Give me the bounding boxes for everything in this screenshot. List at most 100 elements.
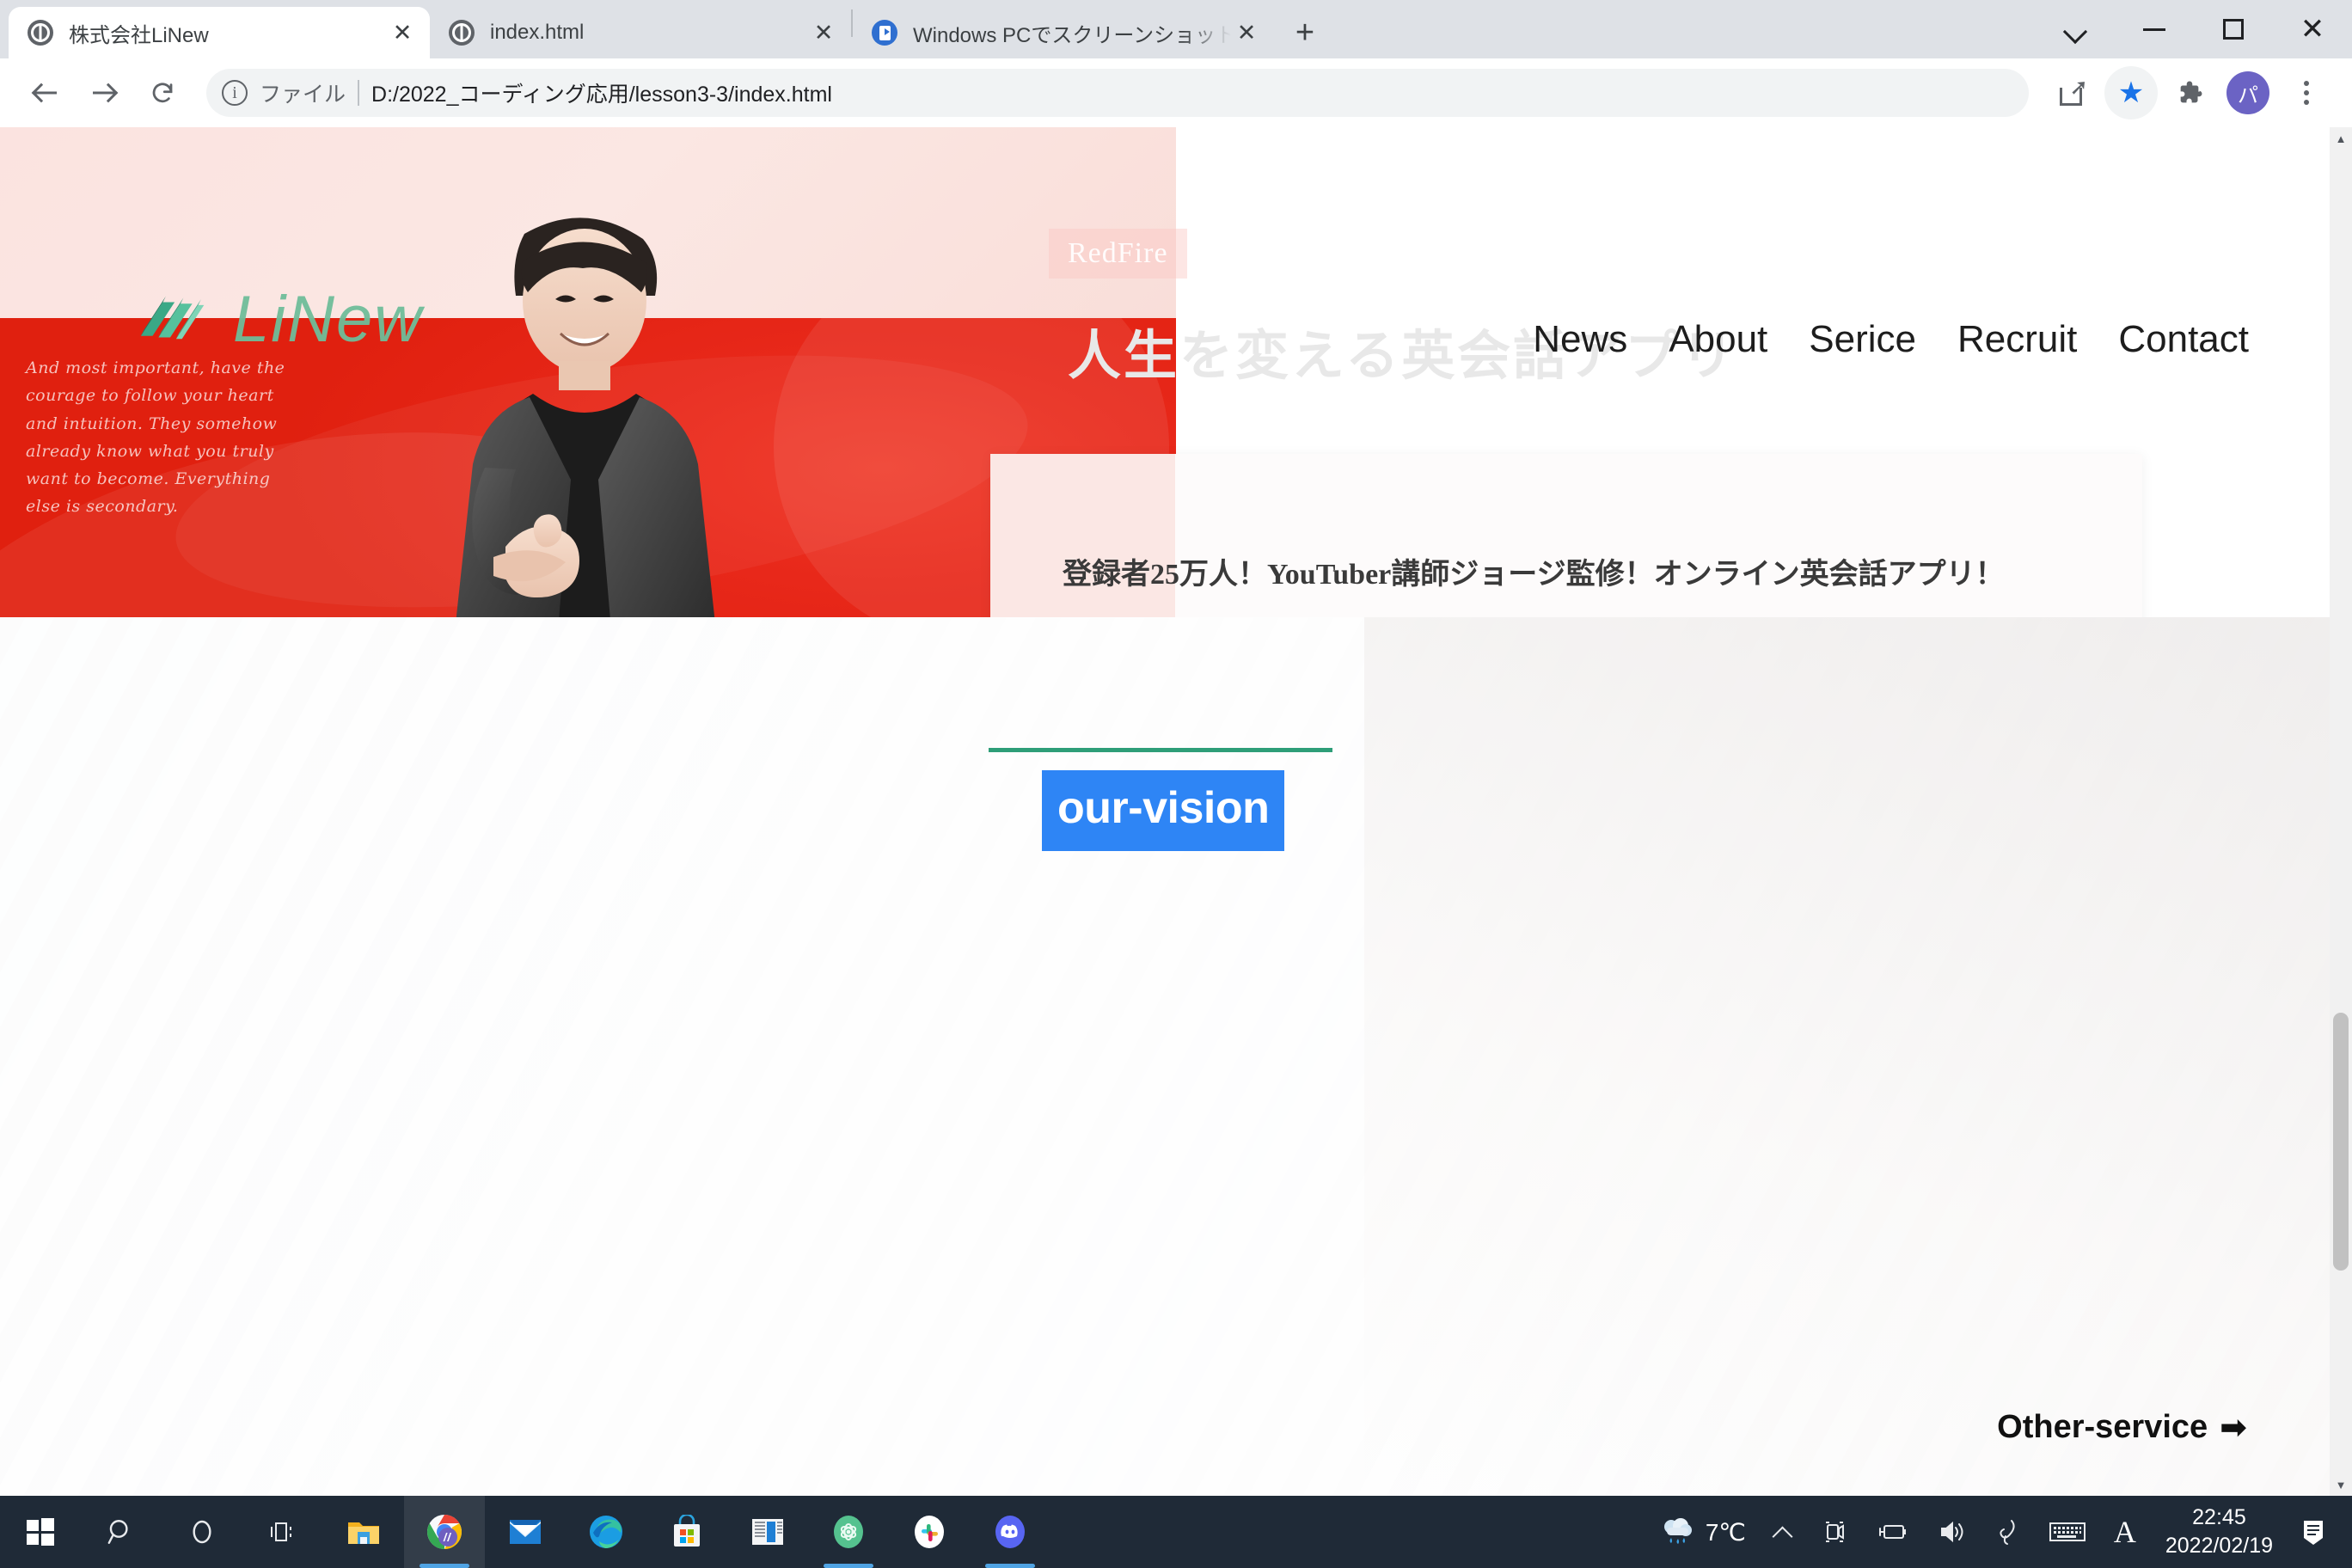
volume-icon[interactable] (1923, 1496, 1981, 1568)
news-icon (752, 1519, 783, 1545)
site-logo[interactable]: LiNew (133, 282, 423, 357)
task-view-button[interactable] (242, 1496, 323, 1568)
tab-title: 株式会社LiNew (69, 23, 209, 47)
taskbar-app-microsoft-edge[interactable] (566, 1496, 646, 1568)
main-nav: News About Serice Recruit Contact (1533, 318, 2249, 361)
battery-charging-icon (1878, 1525, 1906, 1539)
browser-menu-button[interactable] (2280, 66, 2333, 119)
nav-item-contact[interactable]: Contact (2118, 318, 2249, 361)
keyboard-icon[interactable] (2035, 1496, 2100, 1568)
close-window-button[interactable]: ✕ (2273, 0, 2352, 58)
weather-temperature: 7℃ (1705, 1518, 1746, 1546)
address-bar[interactable]: i ファイル D:/2022_コーディング応用/lesson3-3/index.… (206, 69, 2029, 117)
back-button[interactable] (19, 66, 72, 119)
scroll-up-icon[interactable]: ▲ (2330, 127, 2352, 150)
page-scrollbar[interactable]: ▲ ▼ (2330, 127, 2352, 1496)
scroll-down-icon[interactable]: ▼ (2330, 1473, 2352, 1496)
atom-editor-icon (834, 1516, 863, 1548)
our-vision-label-selected: our-vision (1042, 770, 1285, 851)
forward-button[interactable] (77, 66, 131, 119)
clock-time: 22:45 (2192, 1505, 2246, 1529)
hero-section: And most important, have the courage to … (0, 127, 2352, 699)
nav-item-news[interactable]: News (1533, 318, 1627, 361)
tab-title: Windows PCでスクリーンショット画像 (913, 23, 1231, 47)
arrow-right-icon: ➡ (2220, 1410, 2247, 1446)
taskbar-app-google-chrome[interactable] (404, 1496, 485, 1568)
vision-accent-rule (989, 748, 1332, 752)
taskbar-app-discord[interactable] (970, 1496, 1050, 1568)
profile-avatar[interactable]: パ (2221, 66, 2275, 119)
share-icon[interactable] (2046, 66, 2099, 119)
running-indicator (420, 1564, 469, 1568)
globe-favicon-icon (449, 20, 475, 46)
task-view-icon (271, 1522, 291, 1541)
browser-tab-0[interactable]: 株式会社LiNew ✕ (9, 7, 430, 58)
system-tray: 7℃ A 22:45 2022/02/19 (1645, 1496, 2352, 1568)
start-button[interactable] (0, 1496, 81, 1568)
tab-close-icon[interactable]: ✕ (1231, 17, 1262, 48)
show-hidden-icons-button[interactable] (1760, 1496, 1806, 1568)
hero-quote-text: And most important, have the courage to … (26, 358, 285, 517)
notification-icon (2304, 1521, 2323, 1545)
weather-widget[interactable]: 7℃ (1645, 1496, 1760, 1568)
file-explorer-button[interactable] (323, 1496, 404, 1568)
expand-chevron-icon[interactable] (2036, 0, 2115, 58)
rain-cloud-icon (1663, 1518, 1692, 1544)
running-indicator (824, 1564, 873, 1568)
page-viewport: And most important, have the courage to … (0, 127, 2352, 1496)
browser-window: 株式会社LiNew ✕ index.html ✕ Windows PCでスクリー… (0, 0, 2352, 1496)
clock-date: 2022/02/19 (2165, 1534, 2273, 1558)
taskbar-app-microsoft-store[interactable] (646, 1496, 727, 1568)
taskbar-app-news[interactable] (727, 1496, 808, 1568)
taskbar-app-slack[interactable] (889, 1496, 970, 1568)
tab-close-icon[interactable]: ✕ (808, 17, 839, 48)
nav-item-serice[interactable]: Serice (1809, 318, 1916, 361)
browser-tab-2[interactable]: Windows PCでスクリーンショット画像 ✕ (853, 7, 1274, 58)
speaker-volume-icon (1940, 1521, 1963, 1543)
news-favicon-icon (872, 20, 897, 46)
file-explorer-icon (348, 1522, 379, 1544)
nav-item-about[interactable]: About (1669, 318, 1767, 361)
google-chrome-icon (427, 1515, 462, 1549)
notifications-button[interactable] (2288, 1496, 2345, 1568)
bookmark-star-icon[interactable]: ★ (2104, 66, 2158, 119)
windows-taskbar: 7℃ A 22:45 2022/02/19 (0, 1496, 2352, 1568)
other-service-link[interactable]: Other-service ➡ (1997, 1408, 2247, 1447)
taskbar-app-mail[interactable] (485, 1496, 566, 1568)
cortana-circle-icon (193, 1520, 211, 1544)
new-tab-button[interactable]: + (1283, 10, 1327, 55)
url-scheme-label: ファイル (260, 83, 346, 107)
search-icon (107, 1520, 128, 1544)
site-info-icon[interactable]: i (222, 80, 248, 106)
device-icon[interactable] (1806, 1496, 1863, 1568)
logo-wordmark: LiNew (233, 283, 424, 356)
promo-card-text: 登録者25万人！YouTuber講師ジョージ監修！オンライン英会話アプリ！ (1063, 559, 2005, 591)
cortana-button[interactable] (162, 1496, 242, 1568)
touch-keyboard-icon (2049, 1522, 2086, 1541)
url-divider (358, 80, 360, 106)
scrollbar-thumb[interactable] (2333, 1013, 2349, 1271)
taskbar-clock[interactable]: 22:45 2022/02/19 (2150, 1496, 2288, 1568)
camera-device-icon (1825, 1522, 1844, 1542)
extensions-puzzle-icon[interactable] (2163, 66, 2216, 119)
tab-close-icon[interactable]: ✕ (387, 17, 418, 48)
avatar-initial: パ (2226, 71, 2269, 114)
nav-item-recruit[interactable]: Recruit (1957, 318, 2077, 361)
linew-logo-mark-icon (140, 296, 205, 339)
minimize-button[interactable] (2115, 0, 2194, 58)
running-indicator (985, 1564, 1035, 1568)
browser-toolbar: i ファイル D:/2022_コーディング応用/lesson3-3/index.… (0, 58, 2352, 127)
taskbar-search-button[interactable] (81, 1496, 162, 1568)
maximize-button[interactable] (2194, 0, 2273, 58)
microsoft-edge-icon (590, 1516, 622, 1548)
ime-mode-indicator[interactable]: A (2100, 1496, 2150, 1568)
discord-icon (995, 1516, 1025, 1548)
tab-strip: 株式会社LiNew ✕ index.html ✕ Windows PCでスクリー… (0, 0, 2352, 58)
battery-icon[interactable] (1863, 1496, 1923, 1568)
hero-person-photo (456, 217, 715, 617)
taskbar-app-atom[interactable] (808, 1496, 889, 1568)
pen-icon[interactable] (1981, 1496, 2035, 1568)
browser-tab-1[interactable]: index.html ✕ (430, 7, 851, 58)
pen-workspace-icon (2000, 1520, 2015, 1545)
reload-button[interactable] (136, 66, 189, 119)
